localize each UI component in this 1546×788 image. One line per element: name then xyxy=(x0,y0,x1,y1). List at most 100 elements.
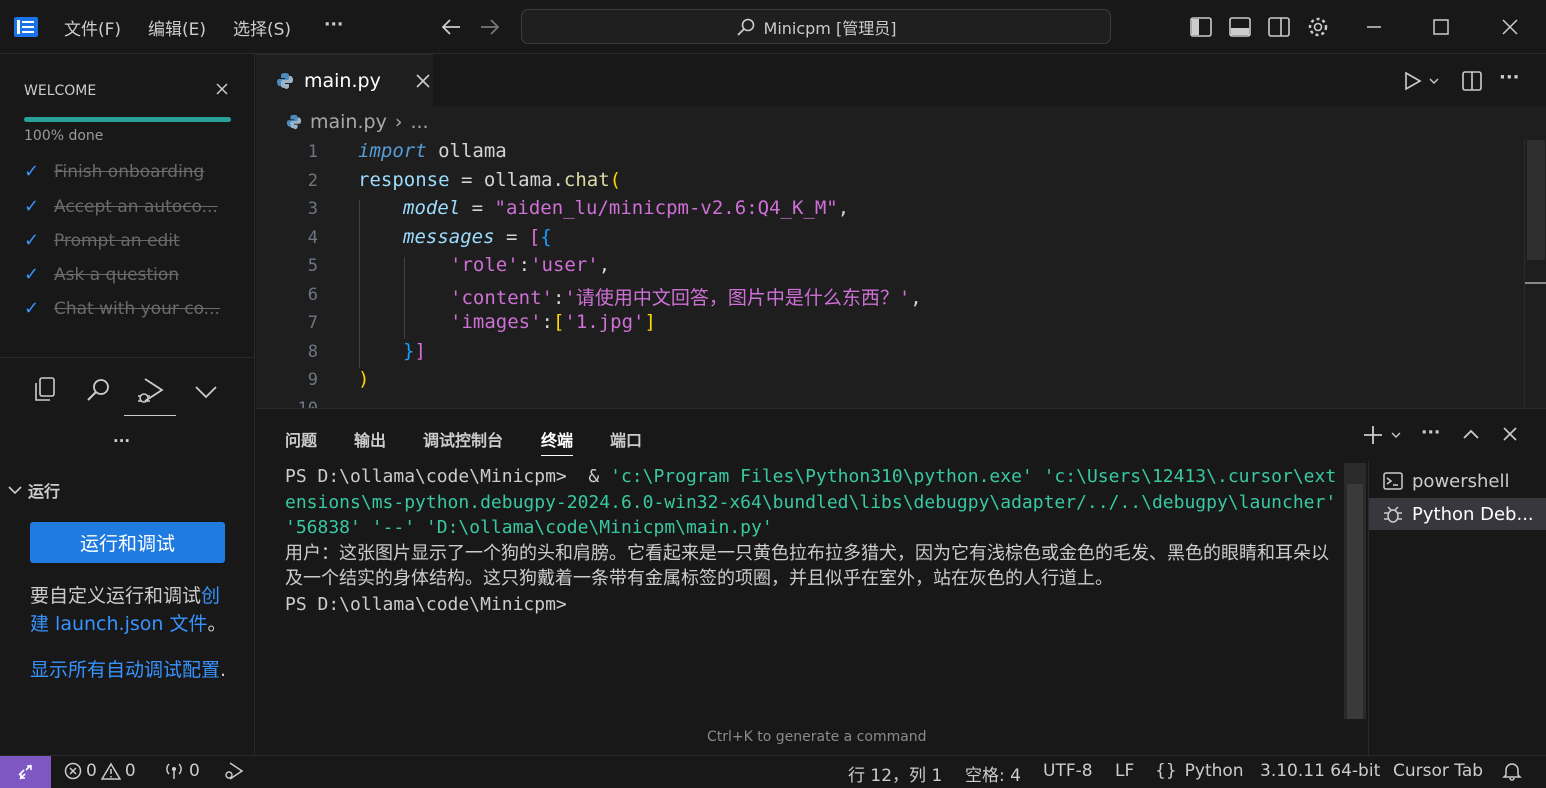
menu-more[interactable]: ··· xyxy=(324,15,343,35)
close-window-icon[interactable] xyxy=(1497,14,1523,40)
step-finish-onboarding[interactable]: Finish onboarding xyxy=(54,162,224,182)
terminal-list: powershell Python Deb... xyxy=(1368,461,1546,756)
tab-main-py[interactable]: main.py xyxy=(256,54,433,106)
checkmark-icon: ✓ xyxy=(24,264,40,285)
tab-debug-console[interactable]: 调试控制台 xyxy=(423,427,503,451)
run-and-debug-button[interactable]: 运行和调试 xyxy=(30,522,225,563)
bottom-panel: 问题 输出 调试控制台 终端 端口 ··· PS D:\ollama\code\… xyxy=(256,408,1546,756)
indent-guide xyxy=(404,257,405,339)
terminal-hint: Ctrl+K to generate a command xyxy=(707,729,927,745)
step-ask-question[interactable]: Ask a question xyxy=(54,265,224,285)
run-debug-activity-icon[interactable] xyxy=(124,372,176,416)
chevron-down-icon[interactable] xyxy=(194,384,218,404)
encoding[interactable]: UTF-8 xyxy=(1043,761,1093,781)
checkmark-icon: ✓ xyxy=(24,298,40,319)
indentation[interactable]: 空格: 4 xyxy=(965,761,1021,786)
forward-arrow-icon[interactable] xyxy=(477,14,503,40)
divider xyxy=(0,357,255,358)
back-arrow-icon[interactable] xyxy=(438,14,464,40)
line-number: 9 xyxy=(307,370,318,390)
line-number: 2 xyxy=(307,171,318,191)
toggle-secondary-sidebar-icon[interactable] xyxy=(1266,14,1292,40)
editor-area: main.py ··· main.py › ... 1 2 3 4 5 6 7 … xyxy=(256,54,1546,408)
checkmark-icon: ✓ xyxy=(24,196,40,217)
code-line-3: model = "aiden_lu/minicpm-v2.6:Q4_K_M", xyxy=(403,197,850,219)
chevron-down-icon xyxy=(8,486,22,495)
ports-status[interactable]: 0 xyxy=(163,761,200,781)
command-center-search[interactable]: Minicpm [管理员] xyxy=(521,9,1111,44)
onboarding-progress-bar xyxy=(24,117,231,122)
run-section-header[interactable]: 运行 xyxy=(8,478,60,502)
line-number: 1 xyxy=(307,142,318,162)
toggle-primary-sidebar-icon[interactable] xyxy=(1188,14,1214,40)
views-more-button[interactable]: ··· xyxy=(113,432,130,450)
menu-file[interactable]: 文件(F) xyxy=(64,15,121,40)
panel-more-actions[interactable]: ··· xyxy=(1421,423,1440,443)
code-line-9: ) xyxy=(358,368,370,390)
breadcrumb-more[interactable]: ... xyxy=(410,111,428,133)
terminal-item-powershell[interactable]: powershell xyxy=(1369,465,1546,497)
close-panel-icon[interactable] xyxy=(1502,426,1518,446)
code-line-8: }] xyxy=(403,340,426,362)
terminal-icon xyxy=(1383,472,1403,490)
code-line-2: response = ollama.chat( xyxy=(358,169,622,191)
code-line-6: 'content':'请使用中文回答，图片中是什么东西？', xyxy=(450,287,922,309)
menu-selection[interactable]: 选择(S) xyxy=(233,15,291,40)
close-welcome-icon[interactable] xyxy=(215,82,229,100)
minimize-window-icon[interactable] xyxy=(1361,14,1387,40)
breadcrumb: main.py › ... xyxy=(286,111,429,133)
line-number: 10 xyxy=(256,399,318,408)
show-all-debug-configs-link[interactable]: 显示所有自动调试配置 xyxy=(30,659,220,681)
tab-ports[interactable]: 端口 xyxy=(610,427,642,451)
checkmark-icon: ✓ xyxy=(24,230,40,251)
search-activity-icon[interactable] xyxy=(85,376,113,408)
terminal-output[interactable]: PS D:\ollama\code\Minicpm> & 'c:\Program… xyxy=(285,464,1345,617)
problems-status[interactable]: 0 0 xyxy=(64,761,136,781)
run-python-file-icon[interactable] xyxy=(1402,70,1442,96)
step-accept-autocomplete[interactable]: Accept an autoco... xyxy=(54,197,224,217)
line-number: 4 xyxy=(307,228,318,248)
settings-gear-icon[interactable] xyxy=(1305,14,1331,40)
error-icon xyxy=(64,762,82,780)
notifications-bell-icon[interactable] xyxy=(1502,761,1522,786)
end-of-line[interactable]: LF xyxy=(1115,761,1134,781)
search-icon xyxy=(736,18,754,36)
step-chat-codebase[interactable]: Chat with your co... xyxy=(54,299,224,319)
step-prompt-edit[interactable]: Prompt an edit xyxy=(54,231,224,251)
split-editor-icon[interactable] xyxy=(1461,70,1483,96)
code-editor[interactable]: 1 2 3 4 5 6 7 8 9 10 import ollama respo… xyxy=(256,140,1526,408)
breadcrumb-file[interactable]: main.py xyxy=(310,111,387,133)
menu-edit[interactable]: 编辑(E) xyxy=(148,15,206,40)
broadcast-icon xyxy=(166,763,182,779)
title-bar: 文件(F) 编辑(E) 选择(S) ··· Minicpm [管理员] xyxy=(0,0,1546,54)
debug-status-icon[interactable] xyxy=(221,761,245,786)
braces-icon: {} xyxy=(1155,761,1177,781)
maximize-window-icon[interactable] xyxy=(1428,14,1454,40)
cursor-position[interactable]: 行 12，列 1 xyxy=(848,761,942,786)
new-terminal-icon[interactable] xyxy=(1362,424,1402,450)
indent-guide xyxy=(359,200,360,368)
close-tab-icon[interactable] xyxy=(415,73,431,89)
code-line-5: 'role':'user', xyxy=(450,254,611,276)
editor-scrollbar[interactable] xyxy=(1524,140,1546,408)
terminal-scrollbar[interactable] xyxy=(1344,463,1366,719)
line-number: 6 xyxy=(307,285,318,305)
status-bar: 0 0 0 行 12，列 1 空格: 4 UTF-8 LF {} Python … xyxy=(0,755,1546,788)
run-section-title: 运行 xyxy=(28,482,61,501)
line-number: 7 xyxy=(307,313,318,333)
tab-output[interactable]: 输出 xyxy=(354,427,386,451)
tab-terminal[interactable]: 终端 xyxy=(541,427,574,456)
app-logo-icon[interactable] xyxy=(13,15,39,39)
line-number: 8 xyxy=(307,342,318,362)
python-interpreter[interactable]: 3.10.11 64-bit xyxy=(1260,761,1380,781)
language-mode[interactable]: {} Python xyxy=(1155,761,1244,781)
cursor-tab[interactable]: Cursor Tab xyxy=(1393,761,1483,781)
maximize-panel-icon[interactable] xyxy=(1462,427,1480,445)
terminal-item-python-debug[interactable]: Python Deb... xyxy=(1369,498,1546,530)
editor-more-actions[interactable]: ··· xyxy=(1499,67,1520,88)
tab-problems[interactable]: 问题 xyxy=(285,427,317,451)
remote-indicator[interactable] xyxy=(0,756,51,788)
welcome-title: WELCOME xyxy=(24,83,97,99)
explorer-icon[interactable] xyxy=(32,376,58,408)
toggle-panel-icon[interactable] xyxy=(1227,14,1253,40)
